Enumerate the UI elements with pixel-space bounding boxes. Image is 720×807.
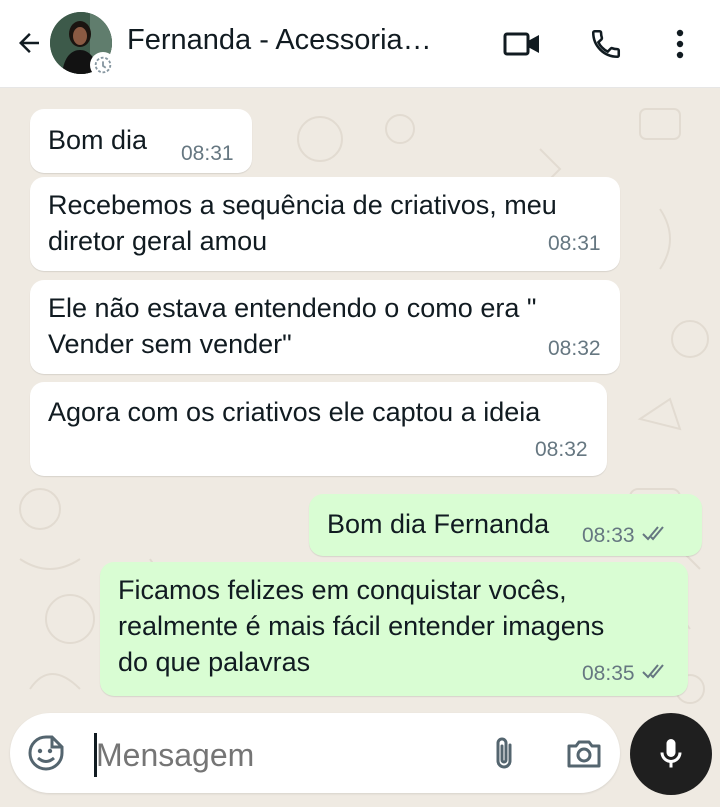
message-text: Ele não estava entendendo o como era " V… (48, 293, 537, 359)
contact-name[interactable]: Fernanda - Acessoria… (127, 24, 472, 57)
incoming-message[interactable]: Ele não estava entendendo o como era " V… (30, 280, 620, 374)
message-time: 08:31 (181, 142, 234, 165)
message-time: 08:32 (548, 337, 601, 360)
message-text: Ficamos felizes em conquistar vocês, rea… (118, 575, 605, 677)
camera-icon[interactable] (564, 733, 604, 773)
conversation-area[interactable]: Bom dia 08:31 Recebemos a sequência de c… (0, 89, 720, 807)
more-options-icon[interactable] (660, 24, 700, 64)
message-composer (10, 713, 620, 793)
message-text: Bom dia (48, 125, 148, 155)
incoming-message[interactable]: Agora com os criativos ele captou a idei… (30, 382, 607, 476)
message-time: 08:31 (548, 232, 601, 255)
message-input[interactable] (96, 733, 476, 777)
message-time: 08:32 (535, 438, 588, 461)
microphone-button[interactable] (630, 713, 712, 795)
message-time: 08:35 (582, 662, 669, 686)
read-receipt-icon (641, 524, 669, 548)
video-call-icon[interactable] (502, 24, 542, 64)
message-text: Recebemos a sequência de criativos, meu … (48, 190, 557, 256)
read-receipt-icon (641, 662, 669, 686)
outgoing-message[interactable]: Ficamos felizes em conquistar vocês, rea… (100, 562, 688, 696)
microphone-icon (660, 739, 682, 768)
incoming-message[interactable]: Bom dia 08:31 (30, 109, 252, 173)
attach-paperclip-icon[interactable] (484, 733, 524, 773)
message-text: Bom dia Fernanda (327, 509, 550, 539)
back-arrow-icon[interactable] (12, 26, 46, 60)
contact-avatar[interactable] (50, 12, 116, 78)
voice-call-icon[interactable] (586, 24, 626, 64)
incoming-message[interactable]: Recebemos a sequência de criativos, meu … (30, 177, 620, 271)
chat-header: Fernanda - Acessoria… (0, 0, 720, 88)
status-clock-icon (90, 52, 116, 78)
sticker-emoji-icon[interactable] (26, 733, 66, 773)
message-text: Agora com os criativos ele captou a idei… (48, 397, 541, 427)
outgoing-message[interactable]: Bom dia Fernanda 08:33 (309, 494, 702, 556)
message-time: 08:33 (582, 524, 669, 548)
